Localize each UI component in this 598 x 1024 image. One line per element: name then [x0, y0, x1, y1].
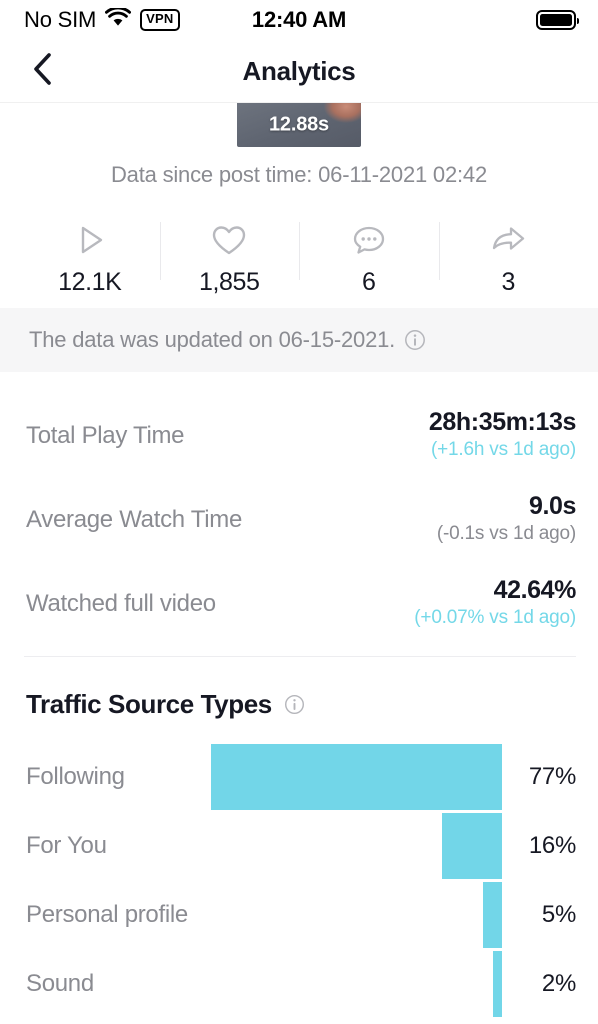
metric-label: Average Watch Time [26, 506, 243, 533]
stat-likes-value: 1,855 [198, 268, 260, 296]
metric-values: 42.64% (+0.07% vs 1d ago) [414, 576, 576, 632]
video-thumbnail[interactable]: 12.88s [237, 103, 361, 147]
metric-values: 9.0s (-0.1s vs 1d ago) [436, 492, 577, 548]
metric-delta: (+0.07% vs 1d ago) [414, 607, 576, 629]
data-update-text: The data was updated on 06-15-2021. [29, 327, 396, 352]
data-update-banner: The data was updated on 06-15-2021. [0, 308, 598, 372]
analytics-screen: No SIM VPN 12:40 AM Analytics 12.88s Dat… [0, 0, 598, 1024]
metric-values: 28h:35m:13s (+1.6h vs 1d ago) [429, 408, 576, 464]
metric-delta: (+1.6h vs 1d ago) [430, 439, 576, 461]
traffic-bar-value: 5% [541, 900, 576, 928]
traffic-source-title: Traffic Source Types [26, 689, 272, 719]
heart-icon [209, 220, 249, 260]
traffic-bar-track [211, 880, 502, 949]
traffic-bar-fill [483, 881, 502, 948]
metric-row: Average Watch Time 9.0s (-0.1s vs 1d ago… [26, 478, 576, 562]
stat-plays-value: 12.1K [58, 268, 122, 296]
traffic-bar-row: Following 77% [26, 742, 576, 811]
stat-plays: 12.1K [20, 216, 160, 308]
info-circle-icon[interactable] [404, 329, 426, 351]
metric-value: 42.64% [493, 576, 577, 605]
traffic-source-header: Traffic Source Types [26, 689, 576, 720]
stat-shares-value: 3 [501, 268, 515, 296]
carrier-label: No SIM [24, 7, 97, 32]
metrics-list: Total Play Time 28h:35m:13s (+1.6h vs 1d… [0, 372, 598, 646]
back-button[interactable] [20, 49, 64, 93]
metric-label: Total Play Time [26, 422, 185, 449]
traffic-bar-value: 2% [541, 969, 576, 997]
wifi-icon [105, 6, 132, 32]
metric-value: 28h:35m:13s [428, 408, 576, 437]
traffic-bar-fill [493, 950, 502, 1017]
traffic-bar-value: 16% [528, 831, 576, 859]
stat-shares: 3 [438, 216, 579, 308]
traffic-bar-label: Personal profile [26, 900, 188, 928]
chevron-left-icon [31, 52, 53, 91]
traffic-bar-row: Personal profile 5% [26, 880, 576, 949]
metric-row: Total Play Time 28h:35m:13s (+1.6h vs 1d… [26, 394, 576, 478]
traffic-bar-label: Sound [26, 969, 94, 997]
page-title: Analytics [242, 55, 356, 86]
stat-comments-value: 6 [361, 268, 376, 296]
traffic-bar-fill [211, 743, 502, 810]
traffic-bar-label: Following [26, 762, 125, 790]
play-icon [70, 220, 110, 260]
traffic-bar-label: For You [26, 831, 107, 859]
post-time-label: Data since post time: 06-11-2021 02:42 [110, 162, 487, 187]
vpn-badge: VPN [140, 9, 180, 31]
status-bar-left: No SIM VPN [24, 6, 180, 33]
traffic-bar-track [211, 742, 502, 811]
traffic-bar-track [211, 949, 502, 1018]
engagement-stats: 12.1K 1,855 6 3 [0, 216, 598, 308]
metric-row: Watched full video 42.64% (+0.07% vs 1d … [26, 562, 576, 646]
traffic-bar-value: 77% [528, 762, 576, 790]
stat-likes: 1,855 [159, 216, 300, 308]
battery-icon [536, 10, 579, 30]
comment-icon [349, 220, 389, 260]
traffic-source-section: Traffic Source Types Following 77% For Y… [0, 657, 598, 1018]
video-thumbnail-wrap: 12.88s [0, 103, 598, 147]
info-circle-icon[interactable] [284, 694, 305, 715]
video-summary: 12.88s Data since post time: 06-11-2021 … [0, 103, 598, 188]
traffic-source-chart: Following 77% For You 16% Personal profi… [26, 742, 576, 1018]
metric-delta: (-0.1s vs 1d ago) [436, 523, 576, 545]
traffic-bar-track [211, 811, 502, 880]
traffic-bar-fill [441, 812, 502, 879]
stat-comments: 6 [299, 216, 439, 308]
metric-value: 9.0s [528, 492, 576, 521]
status-bar: No SIM VPN 12:40 AM [0, 0, 598, 40]
traffic-bar-row: For You 16% [26, 811, 576, 880]
metric-label: Watched full video [26, 590, 216, 617]
status-bar-right [536, 10, 579, 30]
nav-bar: Analytics [0, 40, 598, 103]
video-duration-label: 12.88s [269, 113, 329, 136]
traffic-bar-row: Sound 2% [26, 949, 576, 1018]
share-icon [488, 220, 528, 260]
